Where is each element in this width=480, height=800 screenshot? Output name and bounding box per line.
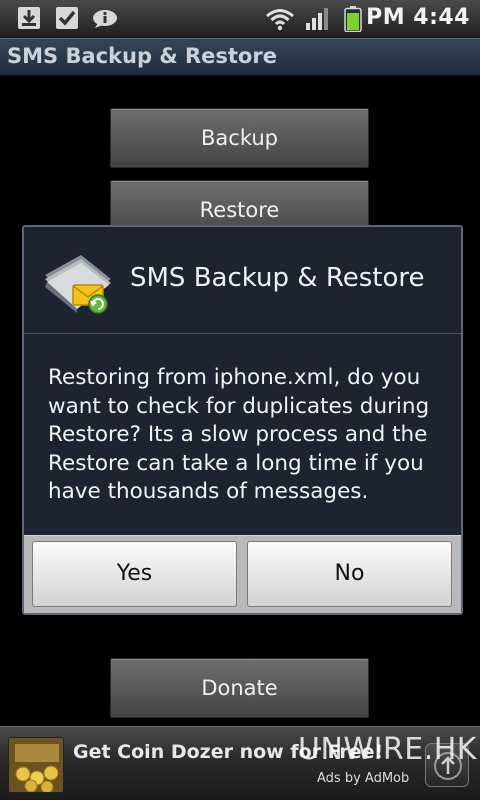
app-title: SMS Backup & Restore	[7, 44, 277, 68]
backup-button[interactable]: Backup	[110, 108, 369, 168]
wifi-icon	[265, 7, 295, 35]
ad-provider-label: Ads by AdMob	[317, 771, 410, 786]
download-icon	[17, 6, 41, 34]
dialog-header: SMS Backup & Restore	[24, 227, 461, 334]
duplicate-check-dialog: SMS Backup & Restore Restoring from ipho…	[22, 225, 463, 615]
status-bar: PM 4:44	[0, 0, 480, 38]
yes-button[interactable]: Yes	[32, 541, 237, 607]
donate-button[interactable]: Donate	[110, 658, 369, 718]
no-button[interactable]: No	[247, 541, 452, 607]
check-task-icon	[55, 6, 79, 34]
coin-dozer-thumbnail[interactable]	[8, 737, 64, 793]
watermark-logo: UNWIRE.HK	[298, 732, 477, 767]
status-time: PM 4:44	[366, 5, 470, 30]
app-title-bar: SMS Backup & Restore	[0, 38, 480, 76]
dialog-title: SMS Backup & Restore	[130, 263, 425, 293]
info-bubble-icon	[92, 9, 118, 33]
dialog-message: Restoring from iphone.xml, do you want t…	[48, 365, 430, 505]
app-folder-icon	[41, 249, 117, 321]
battery-icon	[344, 6, 362, 36]
dialog-button-bar: Yes No	[24, 535, 461, 613]
signal-icon	[305, 8, 331, 34]
